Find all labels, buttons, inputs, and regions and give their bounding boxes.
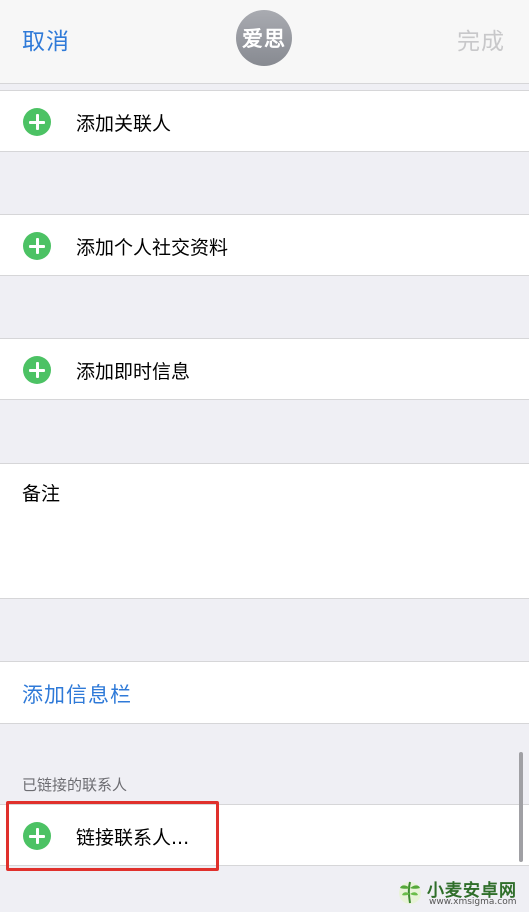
linked-contacts-header: 已链接的联系人 [22,776,128,794]
watermark: 小麦安卓网 www.xmsigma.com [395,874,525,910]
add-instant-message-row[interactable]: 添加即时信息 [0,338,529,400]
add-related-row[interactable]: 添加关联人 [0,90,529,152]
watermark-logo-icon [399,881,421,904]
add-plus-icon[interactable] [23,232,51,260]
add-plus-icon[interactable] [23,356,51,384]
add-social-profile-row[interactable]: 添加个人社交资料 [0,214,529,276]
add-field-row[interactable]: 添加信息栏 [0,661,529,724]
notes-field[interactable]: 备注 [0,463,529,599]
watermark-url: www.xmsigma.com [429,897,517,907]
add-instant-message-label: 添加即时信息 [76,361,191,383]
add-related-label: 添加关联人 [76,113,172,135]
done-button[interactable]: 完成 [457,22,505,56]
add-social-profile-label: 添加个人社交资料 [76,237,229,259]
navigation-bar: 取消 爱思 完成 [0,0,529,84]
add-field-label: 添加信息栏 [22,683,132,707]
notes-label: 备注 [22,483,61,505]
scrollbar[interactable] [519,752,523,862]
highlight-box [6,801,219,871]
avatar[interactable]: 爱思 [236,10,292,66]
cancel-button[interactable]: 取消 [22,22,70,56]
add-plus-icon[interactable] [23,108,51,136]
